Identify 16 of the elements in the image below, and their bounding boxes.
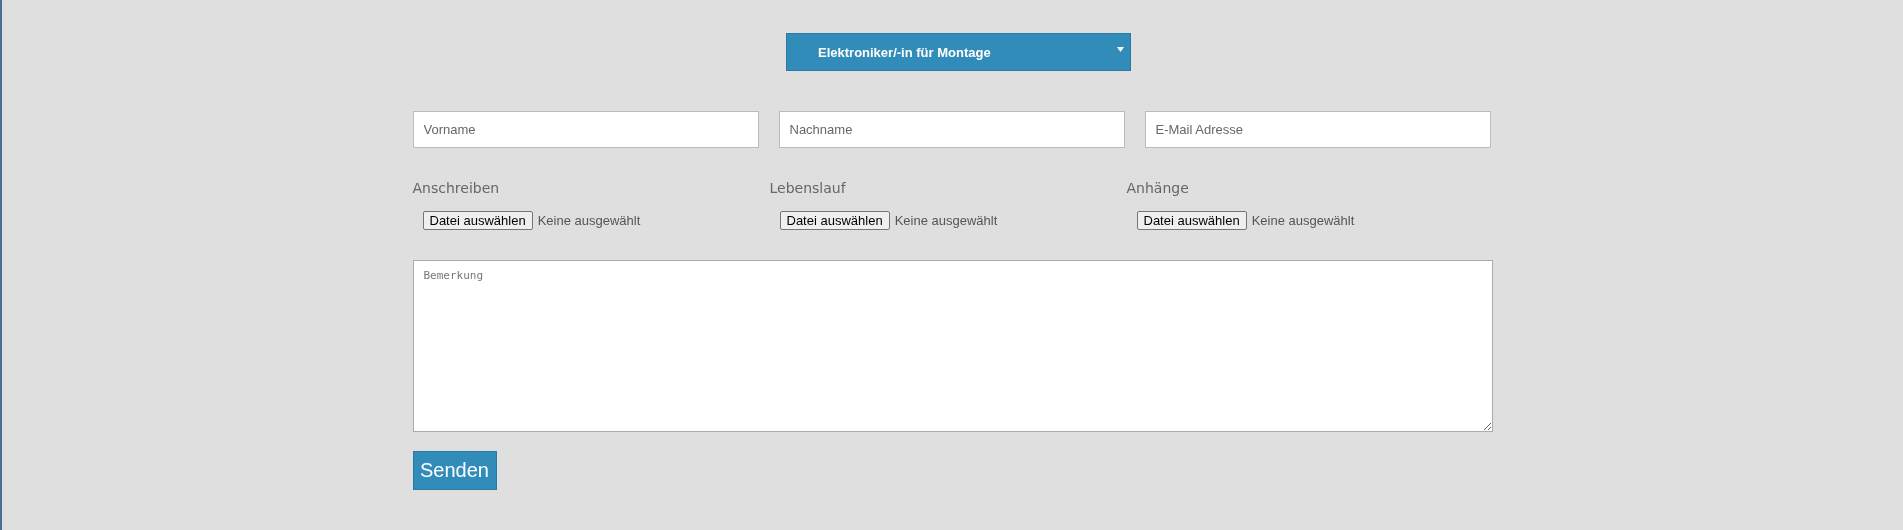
upload-label: Anschreiben — [412, 180, 500, 196]
input-field[interactable]: Vorname — [412, 111, 759, 148]
input-field[interactable]: E-Mail Adresse — [1144, 111, 1491, 148]
upload-label: Anhänge — [1126, 180, 1189, 196]
send-button[interactable]: Senden — [412, 451, 497, 490]
position-dropdown[interactable]: Elektroniker/-in für Montage — [786, 33, 1131, 71]
choose-file-button[interactable]: Datei auswählen — [779, 211, 890, 230]
file-status: Keine ausgewählt — [1251, 213, 1355, 228]
caret-icon — [1117, 46, 1124, 52]
input-field[interactable]: Nachname — [778, 111, 1125, 148]
file-status: Keine ausgewählt — [894, 213, 998, 228]
choose-file-button[interactable]: Datei auswählen — [1136, 211, 1247, 230]
remark-field[interactable]: Bemerkung — [412, 260, 1493, 432]
choose-file-button[interactable]: Datei auswählen — [422, 211, 533, 230]
file-status: Keine ausgewählt — [537, 213, 641, 228]
upload-label: Lebenslauf — [769, 180, 846, 196]
